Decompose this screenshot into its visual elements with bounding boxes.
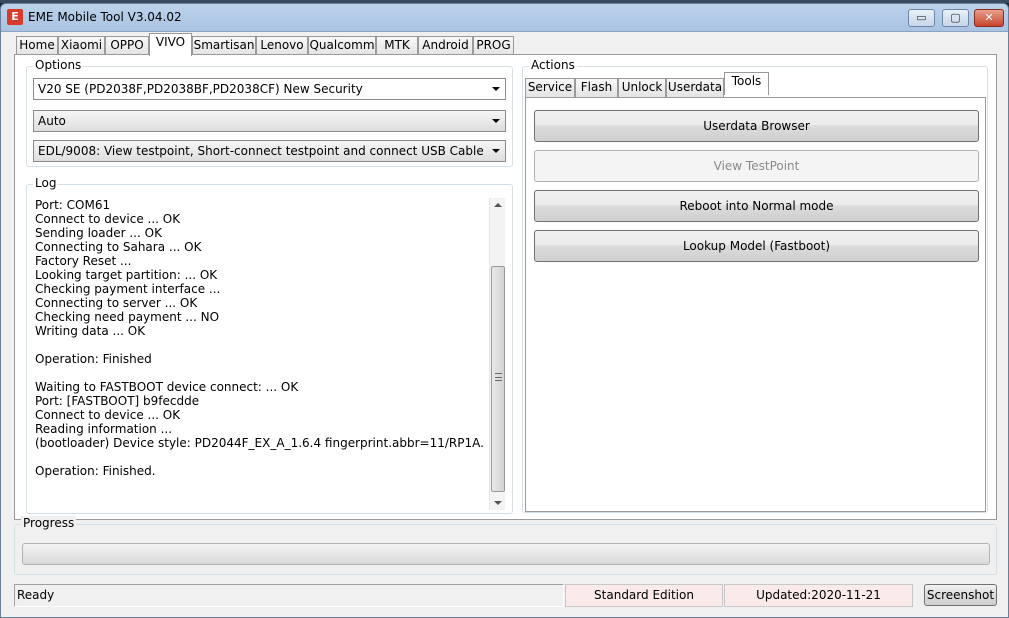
log-line: Connecting to Sahara ... OK [35, 240, 202, 254]
log-scrollbar[interactable] [489, 198, 505, 510]
log-line: Writing data ... OK [35, 324, 146, 338]
log-line: Checking payment interface ... [35, 282, 221, 296]
window-title: EME Mobile Tool V3.04.02 [28, 10, 182, 24]
log-line: Checking need payment ... NO [35, 310, 220, 324]
log-line: Operation: Finished. [35, 464, 156, 478]
actions-label: Actions [529, 58, 577, 72]
progress-group: Progress [14, 516, 997, 575]
tab-userdata[interactable]: Userdata [666, 78, 724, 97]
connection-select-value: EDL/9008: View testpoint, Short-connect … [38, 144, 484, 158]
userdata-browser-button[interactable]: Userdata Browser [534, 110, 979, 142]
progress-label: Progress [21, 516, 77, 530]
tab-xiaomi[interactable]: Xiaomi [58, 36, 105, 55]
scroll-up-icon[interactable] [494, 203, 502, 207]
tab-lenovo[interactable]: Lenovo [256, 36, 308, 55]
options-label: Options [33, 58, 84, 72]
tools-panel: Userdata Browser View TestPoint Reboot i… [525, 97, 986, 512]
log-line: Reading information ... [35, 422, 173, 436]
tab-android[interactable]: Android [418, 36, 473, 55]
lookup-model-button[interactable]: Lookup Model (Fastboot) [534, 230, 979, 262]
model-select-value: V20 SE (PD2038F,PD2038BF,PD2038CF) New S… [38, 82, 363, 96]
mode-select[interactable]: Auto [33, 110, 506, 132]
tab-tools[interactable]: Tools [724, 72, 769, 95]
chevron-down-icon[interactable] [492, 149, 500, 153]
mode-select-value: Auto [38, 114, 66, 128]
log-line: Looking target partition: ... OK [35, 268, 218, 282]
log-line: Connect to device ... OK [35, 212, 181, 226]
log-line: Port: [FASTBOOT] b9fecdde [35, 394, 200, 408]
model-select[interactable]: V20 SE (PD2038F,PD2038BF,PD2038CF) New S… [33, 78, 506, 100]
tab-flash[interactable]: Flash [575, 78, 618, 97]
progress-bar [22, 543, 990, 565]
tab-prog[interactable]: PROG [473, 36, 514, 55]
tab-service[interactable]: Service [525, 78, 575, 97]
connection-select[interactable]: EDL/9008: View testpoint, Short-connect … [33, 140, 506, 162]
log-line: Connecting to server ... OK [35, 296, 198, 310]
options-group: Options V20 SE (PD2038F,PD2038BF,PD2038C… [26, 58, 513, 167]
scroll-down-icon[interactable] [494, 501, 502, 505]
tab-unlock[interactable]: Unlock [618, 78, 666, 97]
log-line: Factory Reset ... [35, 254, 132, 268]
status-updated: Updated:2020-11-21 [724, 584, 913, 607]
app-window: E EME Mobile Tool V3.04.02 ▭ ▢ ✕ Home Xi… [0, 3, 1009, 618]
view-testpoint-button[interactable]: View TestPoint [534, 150, 979, 182]
actions-group: Actions Service Flash Unlock Userdata To… [522, 58, 988, 513]
scrollbar-thumb[interactable] [491, 266, 505, 492]
title-bar[interactable]: E EME Mobile Tool V3.04.02 ▭ ▢ ✕ [1, 4, 1008, 32]
log-line: Operation: Finished [35, 352, 152, 366]
log-line: Sending loader ... OK [35, 226, 162, 240]
status-ready: Ready [14, 584, 564, 607]
minimize-button[interactable]: ▭ [908, 9, 935, 27]
log-line: Port: COM61 [35, 198, 111, 212]
log-line: Connect to device ... OK [35, 408, 181, 422]
maximize-button[interactable]: ▢ [942, 9, 969, 27]
tab-oppo[interactable]: OPPO [105, 36, 149, 55]
log-label: Log [33, 176, 59, 190]
log-line: (bootloader) Device style: PD2044F_EX_A_… [35, 436, 484, 450]
reboot-normal-button[interactable]: Reboot into Normal mode [534, 190, 979, 222]
tab-qualcomm[interactable]: Qualcomm [308, 36, 376, 55]
vivo-tab-panel: Options V20 SE (PD2038F,PD2038BF,PD2038C… [14, 54, 997, 520]
close-button[interactable]: ✕ [974, 9, 1004, 27]
log-textarea[interactable]: Port: COM61 Connect to device ... OK Sen… [33, 198, 507, 510]
grip-icon [495, 373, 502, 381]
app-logo-icon: E [7, 9, 23, 25]
screenshot-button[interactable]: Screenshot [924, 584, 997, 606]
chevron-down-icon[interactable] [492, 119, 500, 123]
tab-vivo[interactable]: VIVO [149, 33, 192, 56]
tab-smartisan[interactable]: Smartisan [192, 36, 256, 55]
tab-home[interactable]: Home [16, 36, 58, 55]
log-group: Log Port: COM61 Connect to device ... OK… [26, 176, 513, 514]
chevron-down-icon[interactable] [492, 87, 500, 91]
tab-mtk[interactable]: MTK [376, 36, 418, 55]
log-line: Waiting to FASTBOOT device connect: ... … [35, 380, 299, 394]
status-edition: Standard Edition [565, 584, 723, 607]
